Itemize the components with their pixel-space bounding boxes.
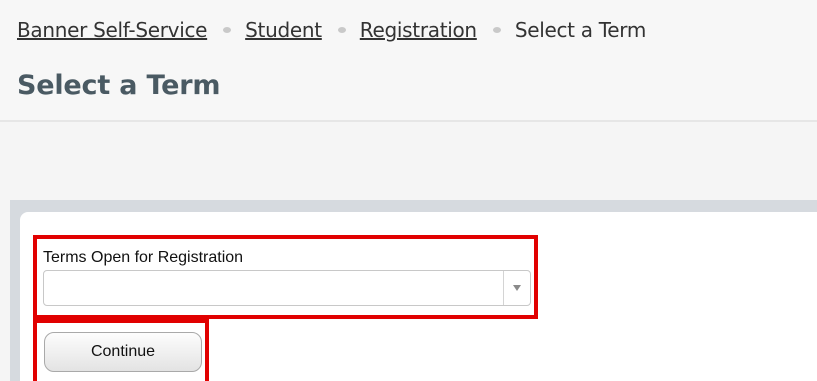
breadcrumb-current: Select a Term [514,18,647,42]
page-title: Select a Term [17,70,221,101]
page-header: Banner Self-Service Student Registration… [0,0,817,122]
header-spacer [0,122,817,200]
dot-separator-icon [223,27,232,33]
breadcrumb-link-registration[interactable]: Registration [360,18,477,42]
page: Banner Self-Service Student Registration… [0,0,817,381]
breadcrumb-link-banner-self-service[interactable]: Banner Self-Service [17,18,207,42]
dot-separator-icon [492,27,501,33]
dot-separator-icon [337,27,346,33]
term-select-highlight [33,235,538,319]
breadcrumb: Banner Self-Service Student Registration… [17,18,646,42]
continue-button-highlight [33,319,209,381]
breadcrumb-link-student[interactable]: Student [245,18,322,42]
